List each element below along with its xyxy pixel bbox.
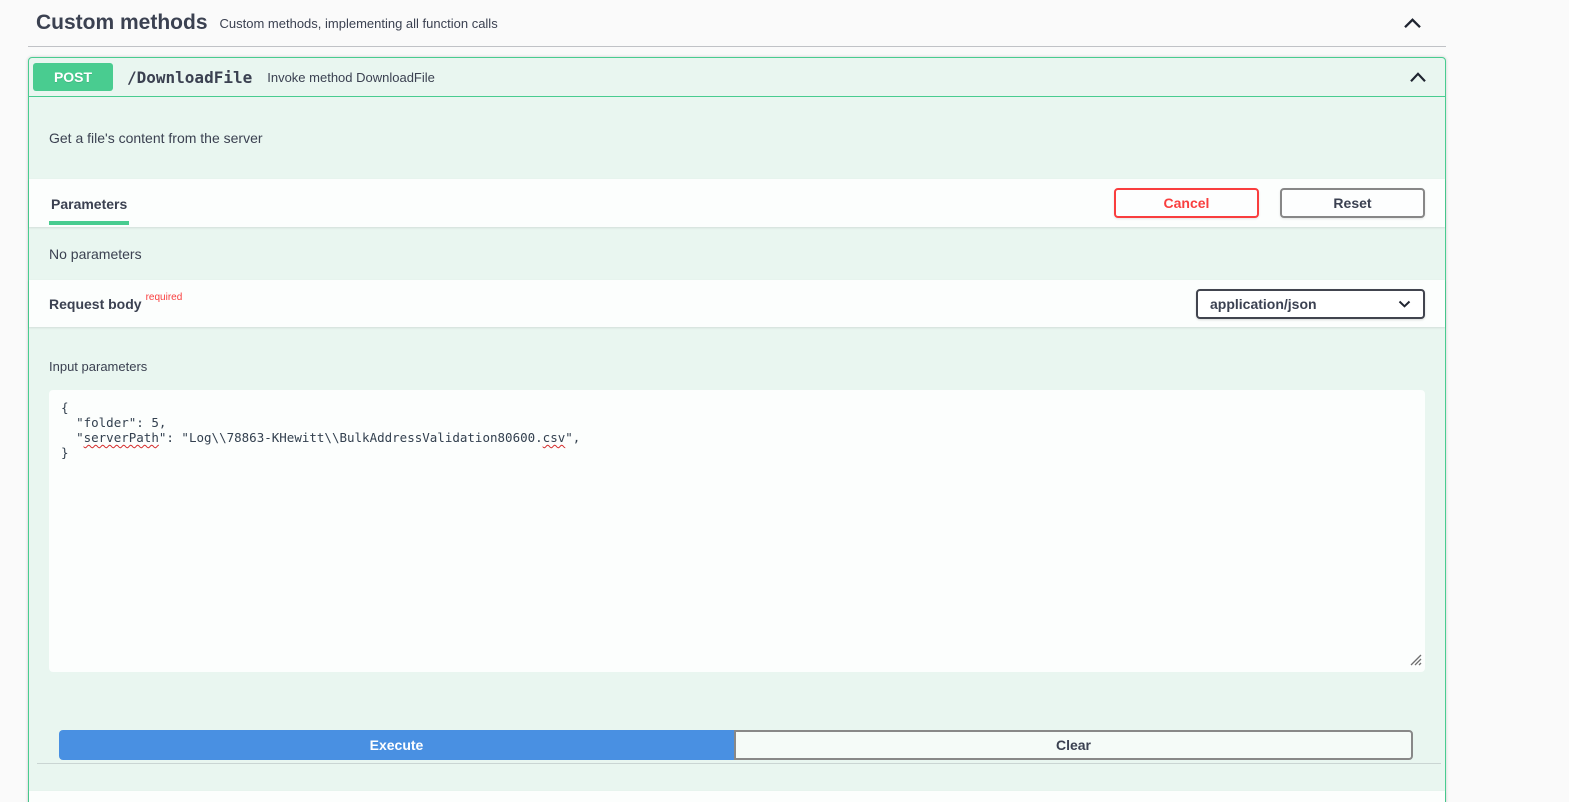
operation-path: /DownloadFile <box>127 67 253 87</box>
chevron-up-icon[interactable] <box>1403 17 1422 29</box>
tag-section-header[interactable]: Custom methods Custom methods, implement… <box>28 0 1446 47</box>
content-type-value: application/json <box>1210 295 1317 312</box>
request-body-section: Input parameters { "folder": 5, "serverP… <box>29 327 1445 760</box>
parameters-section-header: Parameters Cancel Reset <box>29 179 1445 227</box>
operation-summary: Invoke method DownloadFile <box>267 69 435 85</box>
content-type-select[interactable]: application/json <box>1196 288 1425 319</box>
api-section: Custom methods Custom methods, implement… <box>28 0 1446 802</box>
no-parameters-message: No parameters <box>49 245 142 262</box>
http-method-badge: POST <box>33 63 113 91</box>
resize-grip-icon[interactable] <box>1409 653 1422 669</box>
tag-title: Custom methods <box>36 11 208 34</box>
responses-section-header <box>29 791 1445 802</box>
opblock-summary[interactable]: POST /DownloadFile Invoke method Downloa… <box>29 58 1445 97</box>
divider <box>37 763 1441 764</box>
tag-description: Custom methods, implementing all functio… <box>219 15 498 31</box>
execute-button[interactable]: Execute <box>59 730 734 760</box>
body-text-misspelled: csv <box>542 430 566 445</box>
request-body-editor[interactable]: { "folder": 5, "serverPath": "Log\\78863… <box>49 390 1425 672</box>
chevron-up-icon[interactable] <box>1409 71 1427 83</box>
reset-button[interactable]: Reset <box>1280 188 1425 218</box>
clear-button[interactable]: Clear <box>734 730 1413 760</box>
chevron-down-icon <box>1398 300 1411 308</box>
request-body-section-header: Request body required application/json <box>29 280 1445 327</box>
request-body-label: Request body <box>49 295 142 312</box>
cancel-button[interactable]: Cancel <box>1114 188 1259 218</box>
tab-parameters: Parameters <box>49 196 130 225</box>
body-text-misspelled: serverPath <box>83 430 159 445</box>
required-flag: required <box>145 292 183 303</box>
operation-description: Get a file's content from the server <box>49 130 263 146</box>
execute-button-group: Execute Clear <box>59 730 1413 760</box>
body-text: ": "Log\\78863-KHewitt\\BulkAddressValid… <box>158 430 543 445</box>
input-parameters-label: Input parameters <box>49 359 148 374</box>
opblock-post-downloadfile: POST /DownloadFile Invoke method Downloa… <box>28 57 1446 802</box>
